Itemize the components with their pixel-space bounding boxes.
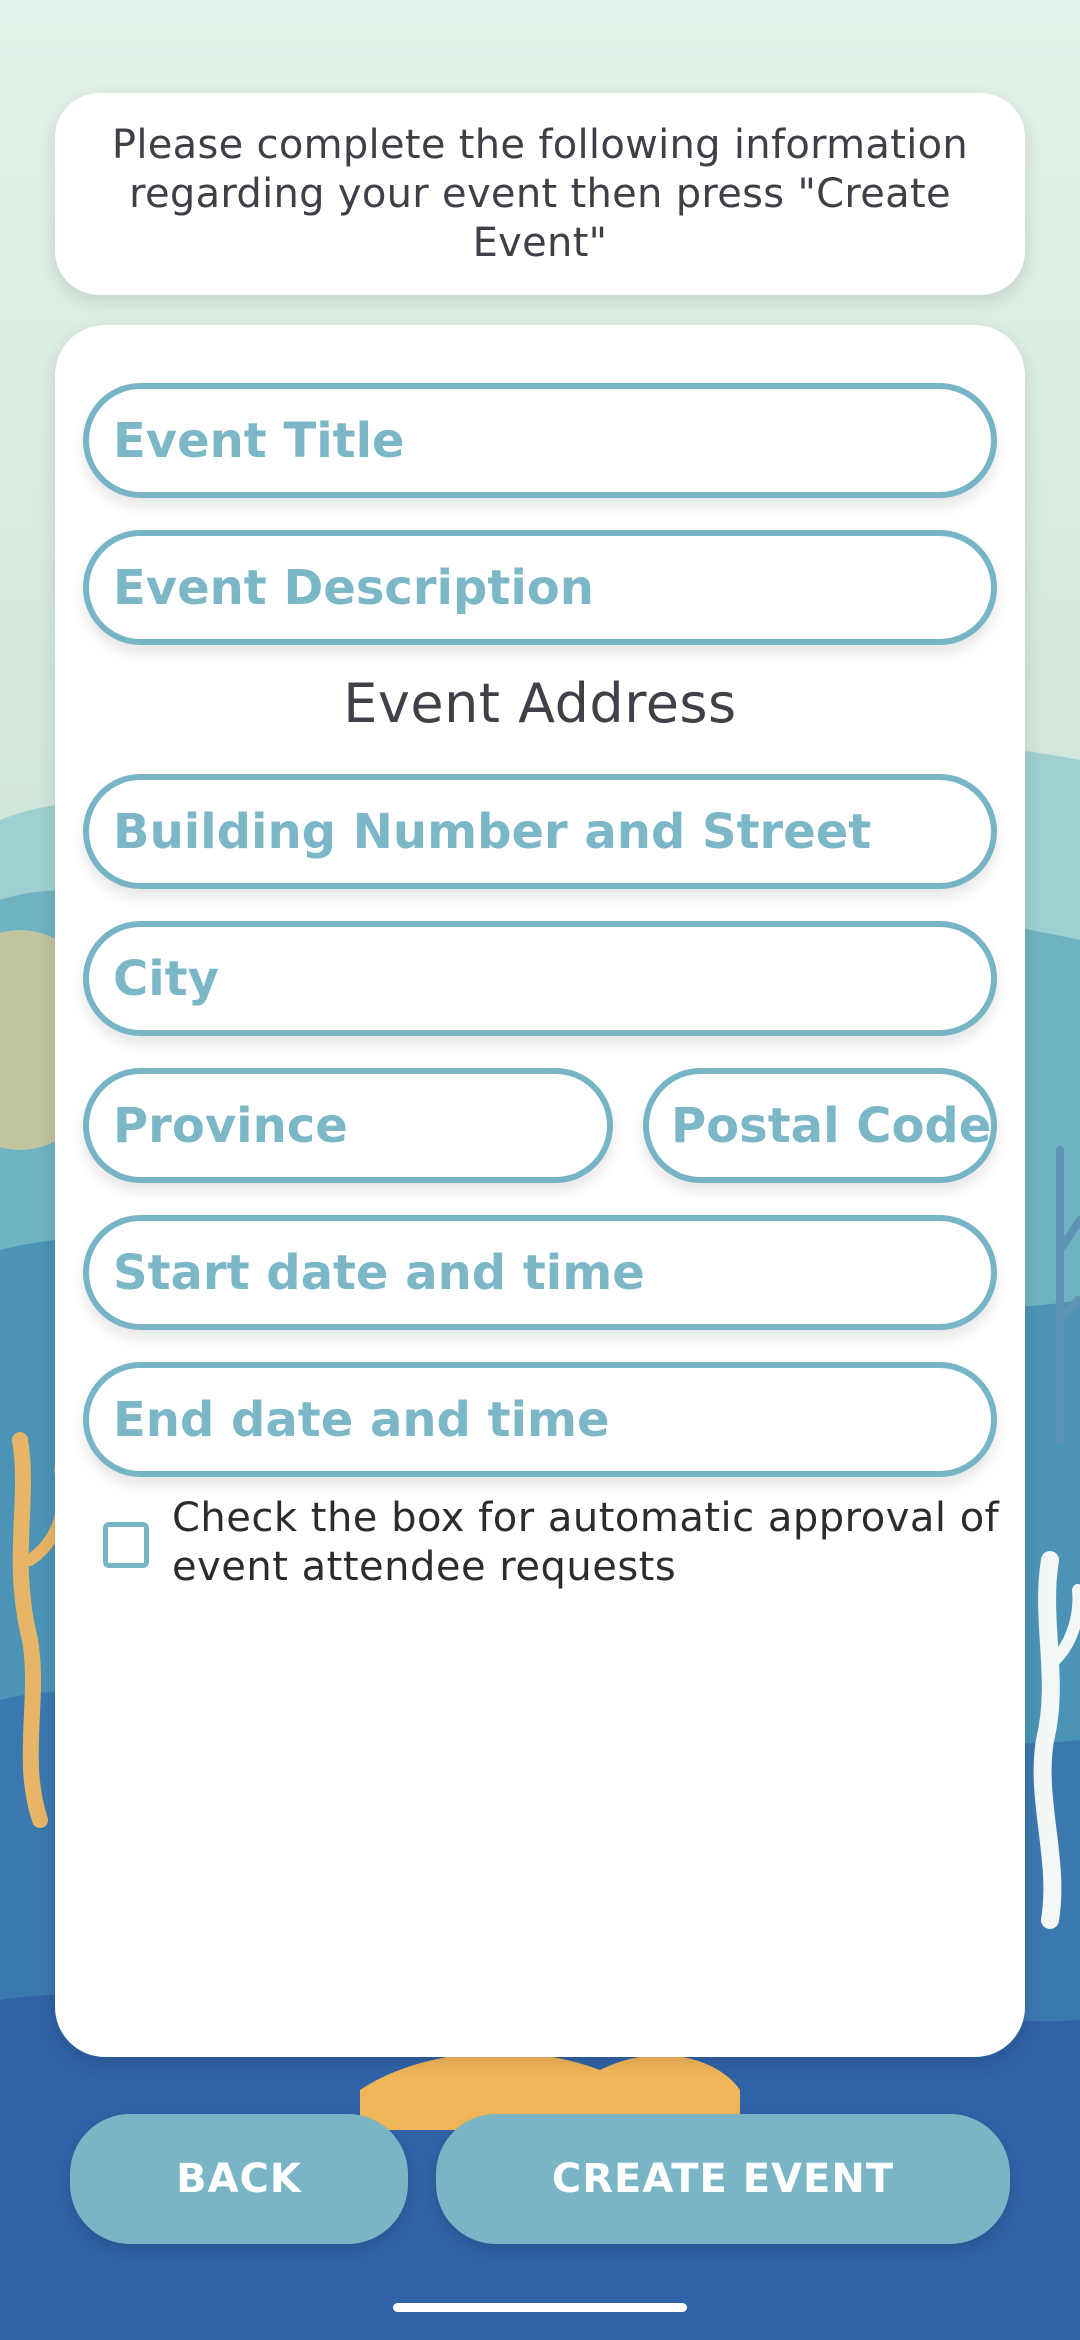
auto-approval-checkbox[interactable] (103, 1522, 149, 1568)
instructions-card: Please complete the following informatio… (55, 93, 1025, 295)
start-datetime-input[interactable] (113, 1244, 991, 1301)
event-title-input[interactable] (113, 412, 991, 469)
event-description-input[interactable] (113, 559, 991, 616)
street-field[interactable] (83, 774, 997, 889)
postal-code-field[interactable] (643, 1068, 997, 1183)
province-field[interactable] (83, 1068, 613, 1183)
create-event-button[interactable]: CREATE EVENT (436, 2114, 1010, 2244)
home-indicator (393, 2303, 687, 2312)
event-description-field[interactable] (83, 530, 997, 645)
event-title-field[interactable] (83, 383, 997, 498)
street-input[interactable] (113, 803, 991, 860)
province-input[interactable] (113, 1097, 607, 1154)
end-datetime-field[interactable] (83, 1362, 997, 1477)
postal-code-input[interactable] (671, 1097, 991, 1154)
city-input[interactable] (113, 950, 991, 1007)
auto-approval-label: Check the box for automatic approval of … (172, 1495, 1000, 1590)
back-button[interactable]: BACK (70, 2114, 408, 2244)
event-address-heading: Event Address (343, 672, 737, 735)
instructions-text: Please complete the following informatio… (111, 121, 969, 266)
start-datetime-field[interactable] (83, 1215, 997, 1330)
end-datetime-input[interactable] (113, 1391, 991, 1448)
city-field[interactable] (83, 921, 997, 1036)
